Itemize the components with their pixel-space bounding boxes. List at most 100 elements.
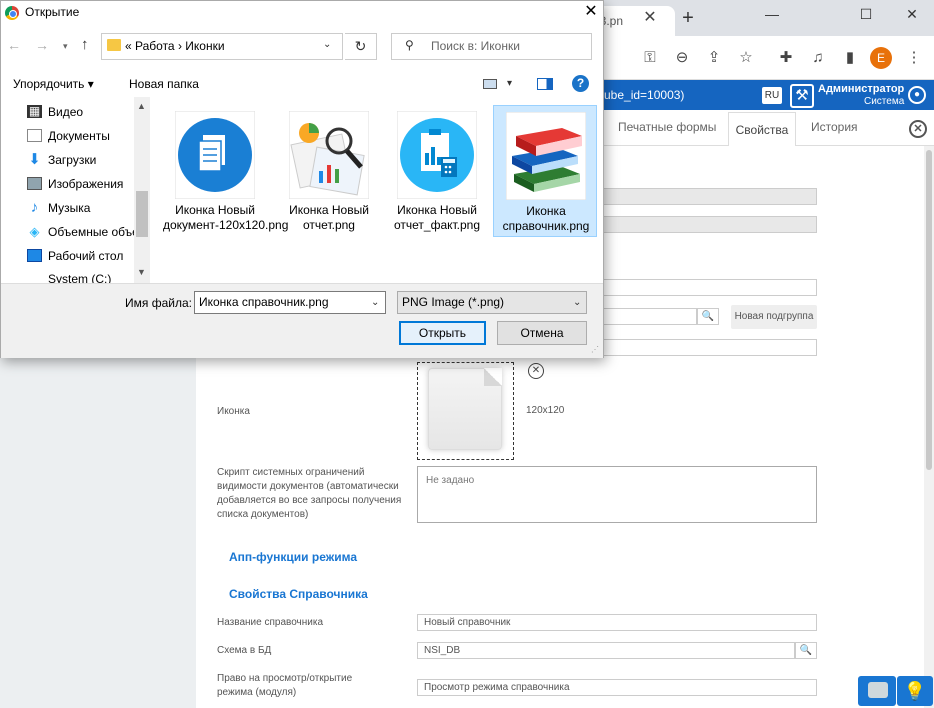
sidebar-item-music[interactable]: Музыка [48, 198, 90, 218]
sidebar-item-drive[interactable]: System (C:) [48, 269, 111, 283]
page-scrollbar-thumb[interactable] [926, 150, 932, 470]
sidepanel-icon[interactable]: ▮ [840, 48, 860, 68]
file-fold [484, 368, 502, 386]
admin-tools-icon[interactable]: ⚒ [790, 84, 814, 108]
document-thumbnail-icon [174, 110, 256, 200]
desktop-icon [27, 249, 42, 262]
dialog-titlebar[interactable] [1, 1, 603, 25]
search-placeholder: Поиск в: Иконки [431, 39, 520, 53]
sidebar-item-downloads[interactable]: Загрузки [48, 150, 96, 170]
books-thumbnail-icon [505, 111, 587, 201]
forward-arrow-icon[interactable]: → [35, 37, 49, 53]
share-icon[interactable]: ⇪ [704, 48, 724, 68]
sidebar-item-documents[interactable]: Документы [48, 126, 110, 146]
icon-size: 120x120 [526, 405, 565, 416]
file-name: Иконка Новый отчет.png [289, 203, 369, 232]
folder-icon [107, 39, 121, 51]
db-schema-field[interactable]: NSI_DB [417, 642, 795, 659]
filename-label: Имя файла: [125, 296, 192, 310]
db-schema-label: Схема в БД [217, 645, 272, 656]
remove-icon[interactable]: ✕ [528, 363, 544, 379]
key-icon[interactable]: ⚿ [640, 48, 660, 68]
extensions-icon[interactable]: ✚ [776, 48, 796, 68]
zoom-icon[interactable]: ⊖ [672, 48, 692, 68]
tab-history[interactable]: История [811, 120, 858, 134]
report-fact-thumbnail-icon [396, 110, 478, 200]
up-arrow-icon[interactable]: ↑ [81, 36, 89, 53]
chevron-down-icon[interactable]: ⌄ [323, 39, 331, 50]
refresh-icon[interactable]: ↻ [345, 33, 377, 60]
menu-kebab-icon[interactable]: ⋮ [904, 48, 924, 68]
filetype-select[interactable]: PNG Image (*.png) [397, 291, 587, 314]
new-subgroup-button[interactable]: Новая подгруппа [731, 305, 817, 329]
chat-icon [868, 682, 888, 698]
panel-close-icon[interactable]: ✕ [909, 120, 927, 138]
chevron-down-icon[interactable]: ⌄ [573, 297, 581, 308]
chevron-down-icon[interactable]: ▾ [507, 78, 512, 89]
admin-name: Администратор [818, 83, 905, 95]
open-button[interactable]: Открыть [399, 321, 486, 345]
sidebar-item-video[interactable]: Видео [48, 102, 83, 122]
tab-close-icon[interactable]: ✕ [642, 10, 658, 26]
resize-grip-icon[interactable]: ⋰ [591, 345, 599, 354]
section-app-functions[interactable]: Апп-функции режима [229, 550, 357, 564]
header-title-fragment: ube_id=10003) [604, 88, 685, 102]
tab-print-forms[interactable]: Печатные формы [618, 120, 716, 134]
tab-properties[interactable]: Свойства [728, 112, 796, 146]
file-tile[interactable]: Иконка Новый документ-120x120.png [163, 105, 288, 237]
file-name: Иконка Новый отчет_факт.png [393, 203, 481, 232]
sidebar-item-3d-objects[interactable]: Объемные объекты [48, 222, 134, 242]
view-mode-icon[interactable] [483, 79, 497, 89]
sidebar-item-desktop[interactable]: Рабочий стол [48, 246, 123, 266]
minimize-button[interactable]: — [752, 2, 792, 26]
window-close-button[interactable]: ✕ [892, 2, 932, 26]
scroll-down-icon[interactable]: ▼ [137, 267, 146, 277]
view-right-label: Право на просмотр/открытие режима (модул… [217, 673, 353, 698]
file-tile-selected[interactable]: Иконка справочник.png [493, 105, 597, 237]
chevron-down-icon[interactable]: ⌄ [371, 297, 379, 308]
file-tile[interactable]: Иконка Новый отчет.png [277, 105, 381, 237]
recent-locations-icon[interactable]: ▾ [63, 41, 68, 52]
report-thumbnail-icon [288, 110, 370, 200]
media-icon[interactable]: ♫ [808, 48, 828, 68]
profile-avatar[interactable]: E [870, 47, 892, 69]
nav-scrollbar-thumb[interactable] [136, 191, 148, 237]
bookmark-star-icon[interactable]: ☆ [736, 48, 756, 68]
images-icon [27, 177, 42, 190]
help-icon[interactable]: ? [572, 75, 589, 92]
new-folder-button[interactable]: Новая папка [129, 77, 199, 91]
section-reference-properties[interactable]: Свойства Справочника [229, 587, 368, 601]
admin-role: Система [864, 96, 905, 107]
search-icon: ⚲ [405, 38, 414, 52]
search-icon[interactable]: 🔍 [795, 642, 817, 659]
reference-name-label: Название справочника [217, 617, 324, 628]
back-arrow-icon[interactable]: ← [7, 37, 21, 53]
script-textarea[interactable]: Не задано [417, 466, 817, 523]
language-switch[interactable]: RU [762, 87, 782, 104]
sidebar-item-images[interactable]: Изображения [48, 174, 123, 194]
organize-menu[interactable]: Упорядочить ▾ [13, 77, 94, 91]
scroll-up-icon[interactable]: ▲ [137, 101, 146, 111]
downloads-icon: ⬇ [28, 151, 41, 168]
3d-objects-icon: ◈ [29, 224, 40, 239]
file-tile[interactable]: Иконка Новый отчет_факт.png [385, 105, 489, 237]
file-open-dialog: Открытие ✕ ← → ▾ ↑ « Работа › Иконки ⌄ ↻… [0, 0, 604, 358]
music-icon: ♪ [30, 199, 39, 216]
user-icon[interactable]: ● [908, 86, 926, 104]
view-right-field[interactable]: Просмотр режима справочника [417, 679, 817, 696]
search-icon[interactable]: 🔍 [697, 308, 719, 325]
preview-pane-icon[interactable] [537, 78, 553, 90]
lightbulb-icon[interactable]: 💡 [897, 676, 933, 706]
nav-scrollbar[interactable] [134, 97, 150, 283]
reference-name-field[interactable]: Новый справочник [417, 614, 817, 631]
breadcrumb[interactable]: « Работа › Иконки [125, 39, 225, 53]
script-label: Скрипт системных ограничений видимости д… [217, 467, 402, 520]
dialog-close-button[interactable]: ✕ [581, 2, 601, 22]
chrome-logo-icon [5, 6, 19, 20]
documents-icon [27, 129, 42, 142]
maximize-button[interactable]: ☐ [846, 2, 886, 26]
filename-input[interactable]: Иконка справочник.png [194, 291, 386, 314]
new-tab-button[interactable]: + [678, 8, 698, 28]
cancel-button[interactable]: Отмена [497, 321, 587, 345]
file-name: Иконка справочник.png [502, 204, 590, 233]
